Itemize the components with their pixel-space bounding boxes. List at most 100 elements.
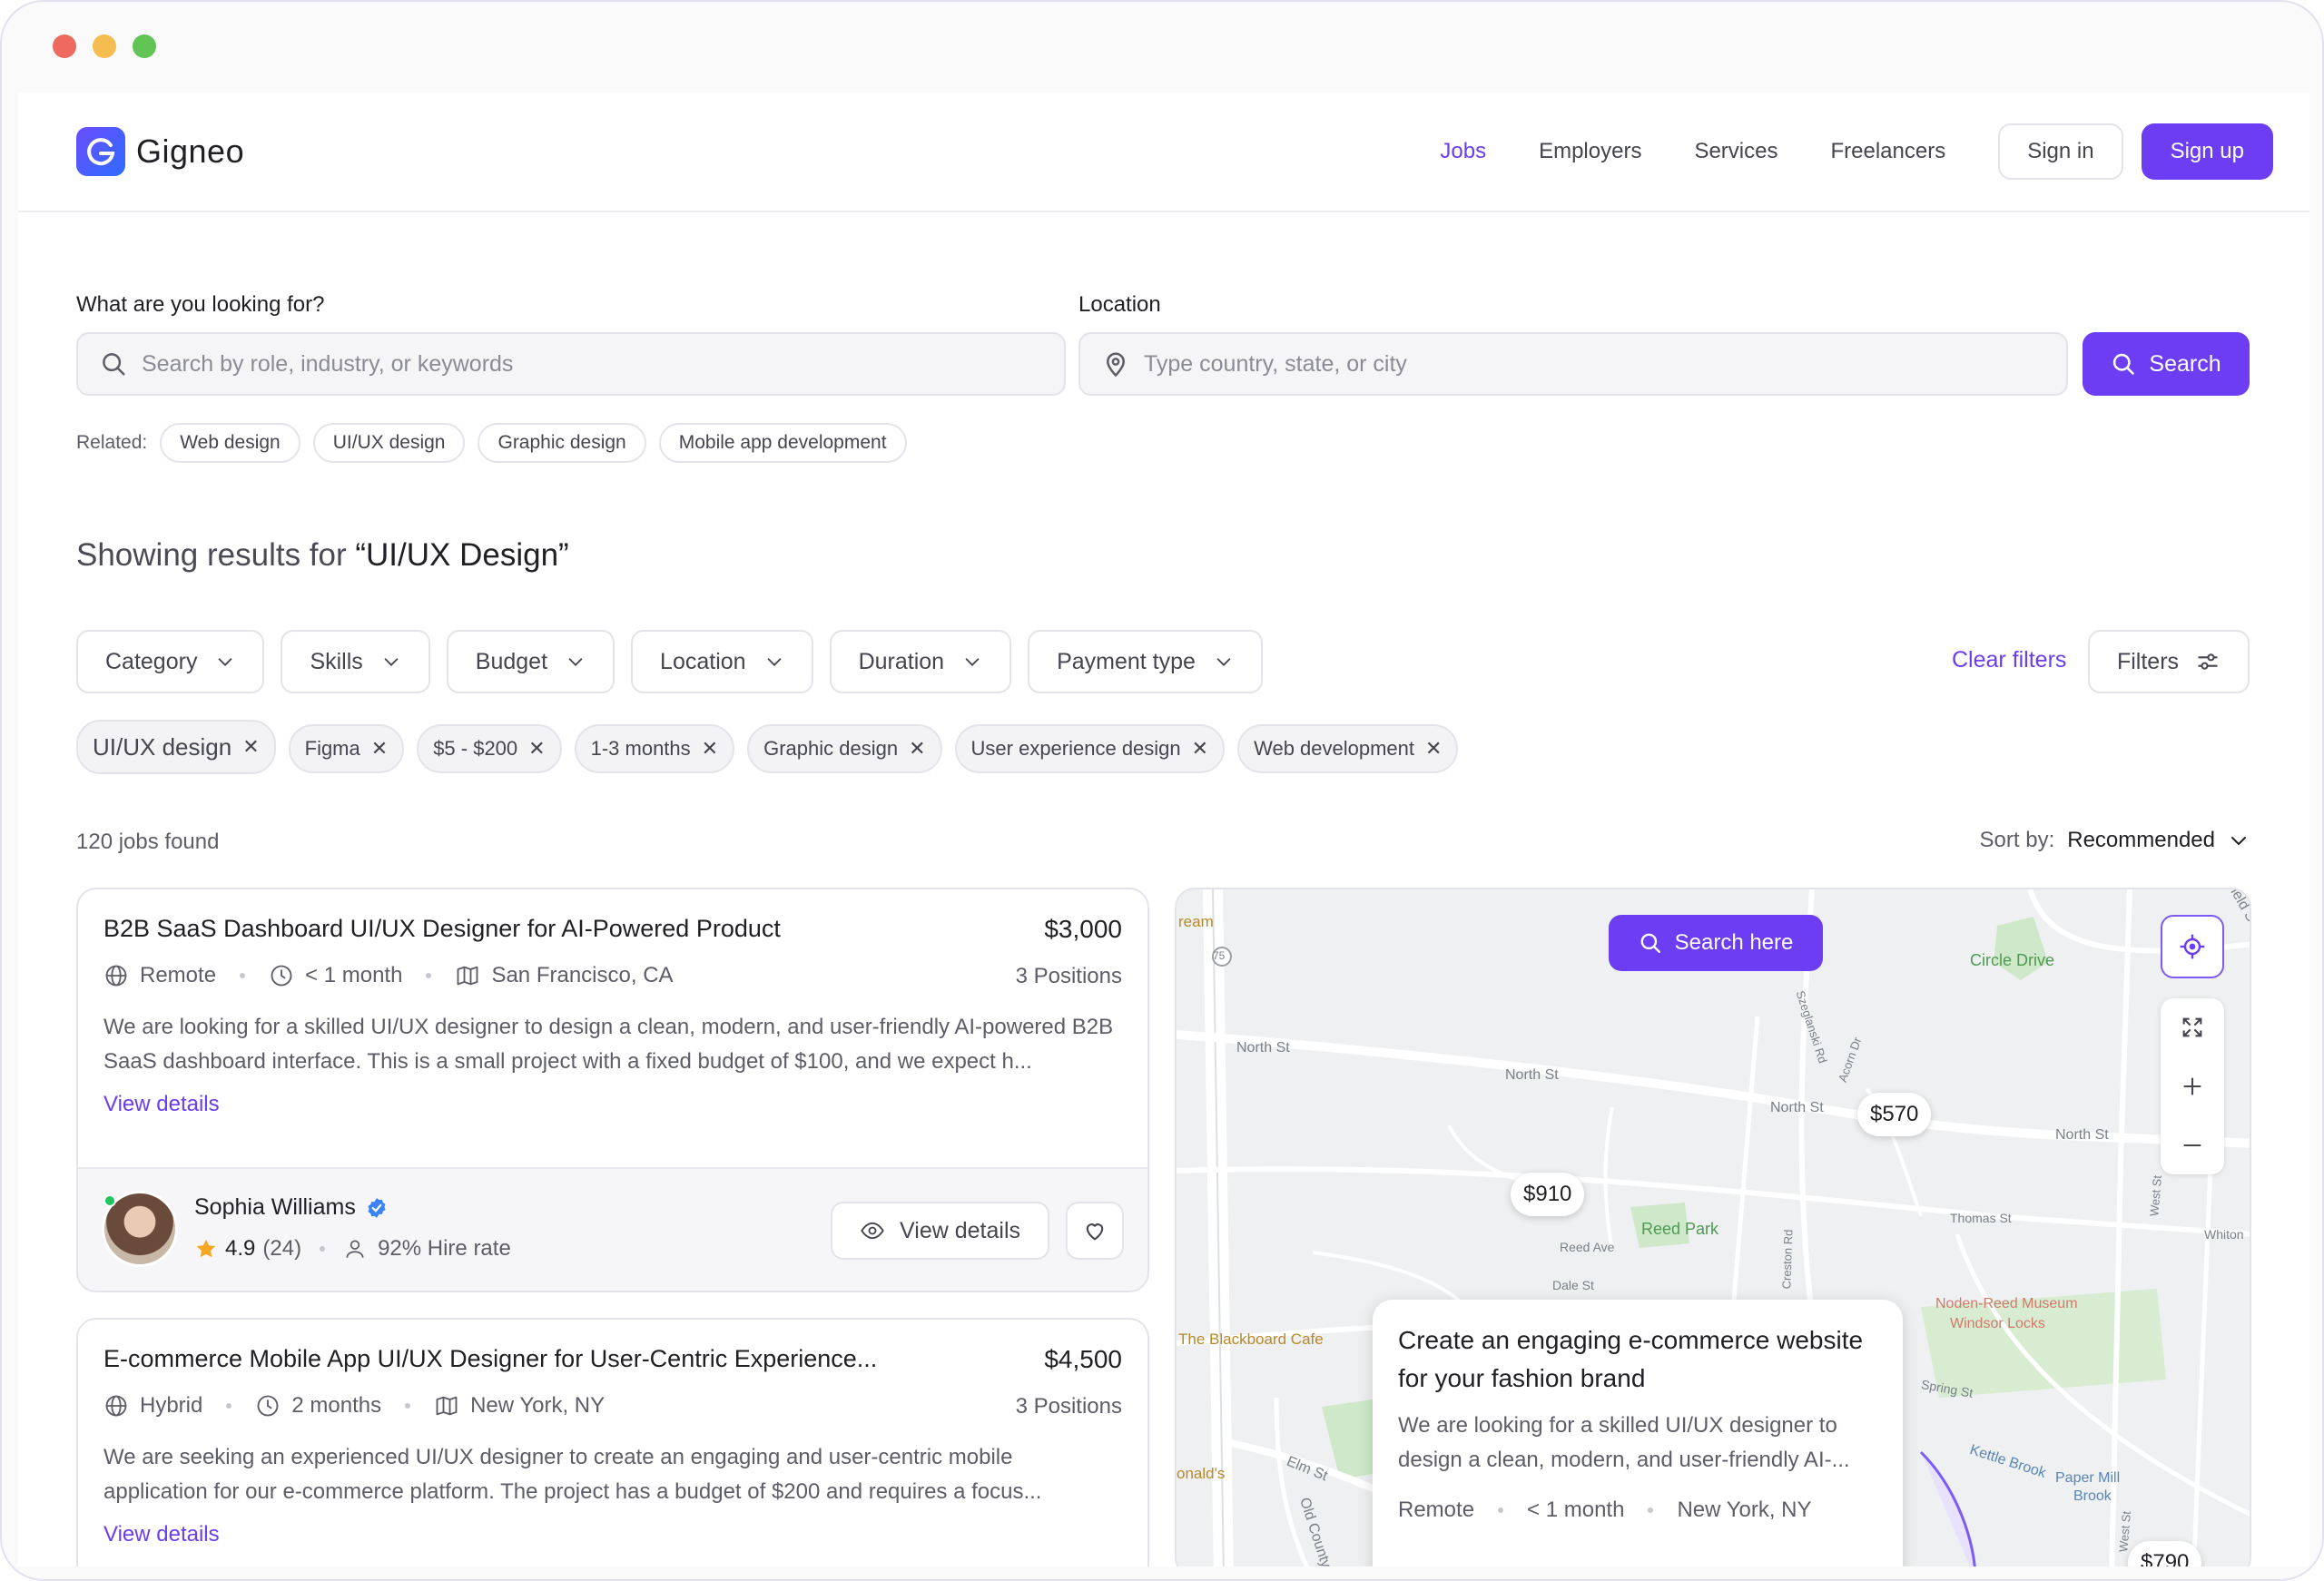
heart-icon <box>1086 1223 1104 1241</box>
close-icon[interactable]: ✕ <box>371 738 388 759</box>
job-positions: 3 Positions <box>1015 1394 1122 1419</box>
close-window-button[interactable] <box>53 34 76 58</box>
results-heading: Showing results for “UI/UX Design” <box>76 537 569 574</box>
job-location: New York, NY <box>434 1393 605 1419</box>
zoom-in-button[interactable] <box>2165 1061 2220 1112</box>
route-label: 75 <box>1213 949 1226 962</box>
sign-up-button[interactable]: Sign up <box>2141 123 2273 180</box>
filter-label: Duration <box>858 648 945 674</box>
chevron-down-icon <box>1216 658 1231 666</box>
filter-tag-label: Graphic design <box>763 736 899 760</box>
sort-dropdown[interactable]: Sort by: Recommended <box>1980 828 2250 853</box>
more-filters-button[interactable]: Filters <box>2088 630 2250 693</box>
nav-freelancers[interactable]: Freelancers <box>1830 139 1945 164</box>
map-price-pin[interactable]: $570 <box>1857 1093 1932 1136</box>
close-icon[interactable]: ✕ <box>528 738 545 759</box>
chevron-down-icon <box>219 658 232 666</box>
related-chip[interactable]: Web design <box>160 423 300 463</box>
view-details-label: View details <box>900 1217 1020 1243</box>
crosshair-icon <box>2180 934 2205 959</box>
popup-title[interactable]: Create an engaging e-commerce website fo… <box>1398 1321 1877 1398</box>
map-pin-icon <box>1106 352 1126 378</box>
location-field[interactable] <box>1078 332 2068 396</box>
job-card[interactable]: B2B SaaS Dashboard UI/UX Designer for AI… <box>76 888 1149 1292</box>
results-map[interactable]: ream 75 way Field St Circle Drive North … <box>1175 888 2251 1566</box>
related-chip[interactable]: UI/UX design <box>312 423 466 463</box>
sign-in-button[interactable]: Sign in <box>1998 123 2123 180</box>
nav-jobs[interactable]: Jobs <box>1440 139 1486 164</box>
view-details-link[interactable]: View details <box>103 1092 220 1117</box>
job-duration: < 1 month <box>269 963 402 988</box>
filter-tag: Graphic design ✕ <box>747 723 942 773</box>
search-button[interactable]: Search <box>2083 332 2250 396</box>
chevron-down-icon <box>2231 837 2246 846</box>
results-prefix: Showing results for <box>76 537 356 573</box>
filter-tag-label: $5 - $200 <box>433 736 518 760</box>
search-here-button[interactable]: Search here <box>1609 915 1823 971</box>
separator-dot <box>320 1246 326 1252</box>
expand-icon <box>2182 1017 2202 1037</box>
filter-category[interactable]: Category <box>76 630 265 693</box>
job-title[interactable]: E-commerce Mobile App UI/UX Designer for… <box>103 1345 1122 1373</box>
clear-filters-link[interactable]: Clear filters <box>1952 647 2066 673</box>
close-icon[interactable]: ✕ <box>1192 738 1208 759</box>
minimize-window-button[interactable] <box>93 34 116 58</box>
filter-label: Location <box>660 648 746 674</box>
job-title[interactable]: B2B SaaS Dashboard UI/UX Designer for AI… <box>103 915 1122 943</box>
filter-budget[interactable]: Budget <box>446 630 615 693</box>
eye-icon <box>861 1222 884 1240</box>
jobs-count: 120 jobs found <box>76 830 220 854</box>
nav-services[interactable]: Services <box>1694 139 1777 164</box>
filter-label: Category <box>105 648 198 674</box>
keyword-field[interactable] <box>76 332 1066 396</box>
related-chip[interactable]: Graphic design <box>478 423 646 463</box>
close-icon[interactable]: ✕ <box>1425 738 1442 759</box>
keyword-input[interactable] <box>142 350 1009 378</box>
related-chip[interactable]: Mobile app development <box>658 423 907 463</box>
sort-label: Sort by: <box>1979 828 2055 852</box>
globe-icon <box>105 965 127 987</box>
map-price-pin[interactable]: $910 <box>1511 1173 1585 1216</box>
map-job-popup[interactable]: Create an engaging e-commerce website fo… <box>1373 1300 1903 1566</box>
job-positions: 3 Positions <box>1015 964 1122 988</box>
search-here-label: Search here <box>1674 930 1794 955</box>
maximize-window-button[interactable] <box>133 34 156 58</box>
poster-name-label: Sophia Williams <box>194 1194 356 1220</box>
poster-name[interactable]: Sophia Williams <box>194 1194 389 1221</box>
street-label: North St <box>1236 1040 1290 1056</box>
fullscreen-button[interactable] <box>2165 1002 2220 1053</box>
favorite-button[interactable] <box>1066 1202 1124 1260</box>
job-mode: Remote <box>103 963 216 988</box>
nav-employers[interactable]: Employers <box>1539 139 1641 164</box>
view-details-button[interactable]: View details <box>831 1202 1049 1260</box>
job-card[interactable]: E-commerce Mobile App UI/UX Designer for… <box>76 1318 1149 1566</box>
map-poi-label: Paper Mill <box>2055 1470 2121 1486</box>
user-icon <box>346 1240 364 1258</box>
filter-label: Skills <box>310 648 363 674</box>
view-details-link[interactable]: View details <box>103 1522 220 1547</box>
chevron-down-icon <box>384 658 399 666</box>
brand-logo[interactable]: Gigneo <box>76 127 244 176</box>
location-input[interactable] <box>1144 350 2012 378</box>
street-label: Dale St <box>1552 1278 1594 1292</box>
locate-me-button[interactable] <box>2161 915 2224 978</box>
star-icon <box>196 1239 216 1258</box>
zoom-out-button[interactable] <box>2165 1120 2220 1171</box>
street-label: North St <box>2055 1127 2109 1143</box>
filter-tag-label: Figma <box>304 736 360 760</box>
filter-location[interactable]: Location <box>631 630 813 693</box>
filter-duration[interactable]: Duration <box>829 630 1012 693</box>
map-price-pin[interactable]: $790 <box>2128 1541 2202 1566</box>
job-duration: 2 months <box>255 1393 381 1419</box>
job-price: $4,500 <box>1044 1345 1122 1373</box>
close-icon[interactable]: ✕ <box>242 737 259 757</box>
filter-skills[interactable]: Skills <box>281 630 430 693</box>
map-poi-label: Windsor Locks <box>1950 1316 2045 1331</box>
filter-payment-type[interactable]: Payment type <box>1028 630 1263 693</box>
popup-location: New York, NY <box>1677 1498 1812 1522</box>
close-icon[interactable]: ✕ <box>702 738 718 759</box>
close-icon[interactable]: ✕ <box>909 738 925 759</box>
poster-rating: 4.9 <box>225 1236 256 1261</box>
job-card-body: B2B SaaS Dashboard UI/UX Designer for AI… <box>78 889 1147 1117</box>
job-mode: Hybrid <box>103 1393 202 1419</box>
